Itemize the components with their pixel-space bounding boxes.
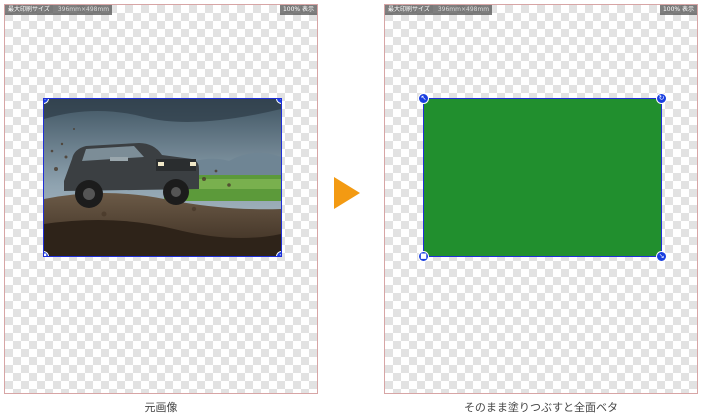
filled-caption: そのまま塗りつぶすと全面ベタ	[463, 401, 619, 414]
print-size-value: 396mm×498mm	[57, 6, 110, 13]
zoom-status: 100% 表示	[659, 5, 697, 15]
original-canvas[interactable]: 最大印刷サイズ 396mm×498mm 100% 表示	[4, 4, 318, 394]
print-size-value: 396mm×498mm	[437, 6, 490, 13]
rotate-icon[interactable]: ↻	[656, 93, 667, 104]
resize-icon[interactable]: ↘	[656, 251, 667, 262]
print-size-status: 最大印刷サイズ 396mm×498mm	[5, 5, 113, 15]
zoom-status: 100% 表示	[279, 5, 317, 15]
suv-photo	[44, 99, 281, 256]
photo-layer[interactable]: ↖ ↻ ■ ↘	[43, 98, 282, 257]
filled-canvas[interactable]: 最大印刷サイズ 396mm×498mm 100% 表示 ↖ ↻ ■ ↘	[384, 4, 698, 394]
print-size-status: 最大印刷サイズ 396mm×498mm	[385, 5, 493, 15]
print-size-label: 最大印刷サイズ	[388, 6, 430, 13]
print-size-label: 最大印刷サイズ	[8, 6, 50, 13]
play-arrow-icon	[334, 177, 360, 209]
resize-icon[interactable]: ↘	[276, 251, 281, 256]
solid-fill-layer[interactable]: ↖ ↻ ■ ↘	[418, 93, 667, 262]
original-caption: 元画像	[144, 401, 178, 414]
trash-icon[interactable]: ■	[418, 251, 429, 262]
resize-icon[interactable]: ↖	[418, 93, 429, 104]
